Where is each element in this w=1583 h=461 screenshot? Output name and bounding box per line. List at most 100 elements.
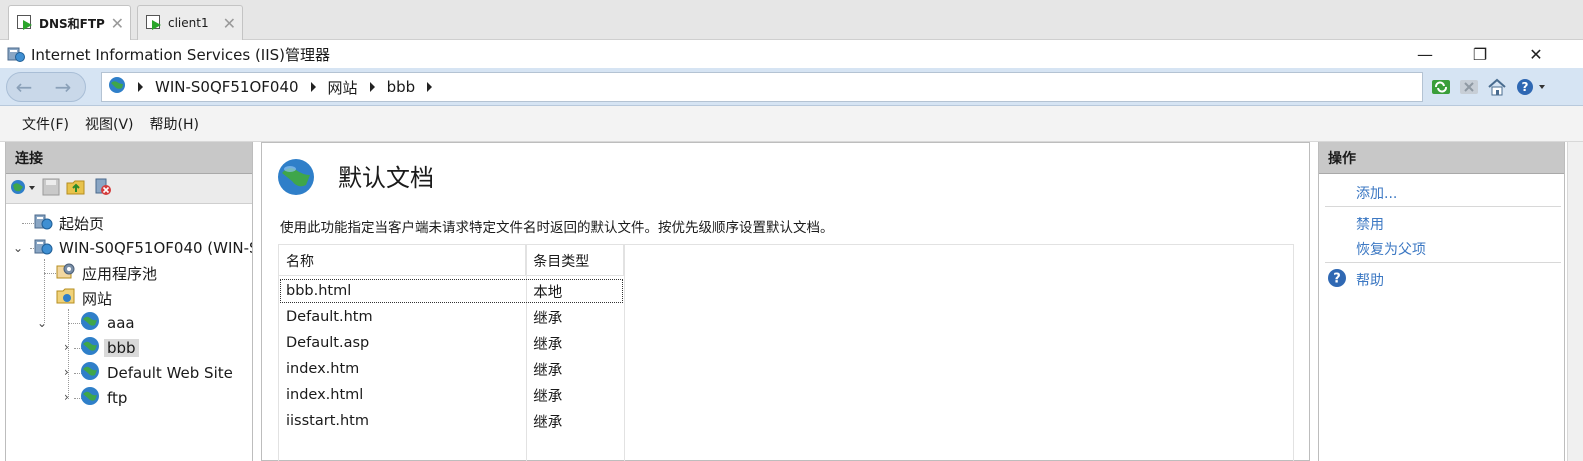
vm-tab-strip: DNS和FTP ✕ client1 ✕	[0, 0, 1583, 40]
vm-tab-client1[interactable]: client1 ✕	[137, 5, 243, 40]
sites-folder-icon	[55, 286, 77, 310]
menu-help[interactable]: 帮助(H)	[150, 114, 199, 134]
breadcrumb-separator	[369, 82, 375, 92]
default-documents-list: 名称 条目类型 bbb.html 本地 Default.htm 继承 Defau…	[278, 244, 1294, 461]
globe-icon	[80, 361, 100, 385]
tree-item-site[interactable]: ftp	[80, 386, 127, 410]
tree-item-label: ftp	[107, 389, 128, 407]
feature-pane: 默认文档 使用此功能指定当客户端未请求特定文件名时返回的默认文件。按优先级顺序设…	[261, 142, 1310, 461]
chevron-down-icon[interactable]: ⌄	[37, 316, 47, 330]
tree-item-label: aaa	[107, 314, 135, 332]
chevron-right-icon[interactable]: ›	[64, 365, 74, 379]
app-pool-icon	[55, 261, 77, 285]
chevron-down-icon[interactable]: ⌄	[13, 241, 23, 255]
entry-type: 继承	[533, 362, 563, 379]
tree-item-label: 网站	[82, 289, 113, 308]
list-item[interactable]: index.html 继承	[279, 382, 624, 408]
vm-running-icon	[17, 15, 33, 31]
tree-item-label: bbb	[104, 339, 139, 357]
document-name: index.html	[286, 387, 364, 403]
vm-running-icon	[146, 15, 162, 31]
breadcrumb-separator	[310, 82, 316, 92]
breadcrumb-item[interactable]: bbb	[387, 78, 416, 96]
document-name: index.htm	[286, 361, 360, 377]
divider	[1325, 262, 1561, 263]
connections-pane: 连接 起始页 ⌄ WIN-S0QF51OF040 (WIN-S 应用程序池 ⌄ …	[5, 142, 253, 461]
tree-item-label: 应用程序池	[82, 264, 158, 283]
tree-item-sites[interactable]: 网站	[55, 286, 112, 310]
connect-dropdown-icon[interactable]	[10, 178, 36, 200]
stop-icon[interactable]	[1458, 76, 1480, 98]
tree-item-label: 起始页	[59, 214, 105, 233]
globe-icon	[80, 386, 100, 410]
up-folder-icon[interactable]	[66, 178, 86, 200]
page-title: 默认文档	[338, 164, 434, 192]
maximize-button[interactable]: ❐	[1455, 40, 1505, 68]
chevron-right-icon[interactable]: ›	[64, 390, 74, 404]
list-item[interactable]: index.htm 继承	[279, 356, 624, 382]
address-bar: ← → WIN-S0QF51OF040 网站 bbb ?	[0, 68, 1583, 106]
tree-item-label: Default Web Site	[107, 364, 233, 382]
document-name: Default.asp	[286, 335, 370, 351]
tree-item-site[interactable]: Default Web Site	[80, 361, 233, 385]
address-toolbar: ?	[1430, 74, 1548, 100]
forward-button[interactable]: →	[48, 76, 78, 98]
help-action-link[interactable]: 帮助	[1356, 270, 1384, 290]
document-name: bbb.html	[286, 283, 352, 299]
close-icon[interactable]: ✕	[111, 14, 124, 33]
entry-type: 本地	[533, 284, 563, 301]
globe-icon	[80, 311, 100, 335]
add-action-link[interactable]: 添加...	[1356, 183, 1397, 203]
help-icon: ?	[1327, 268, 1347, 292]
menu-file[interactable]: 文件(F)	[22, 114, 69, 134]
connections-title: 连接	[6, 142, 252, 174]
document-name: iisstart.htm	[286, 413, 369, 429]
back-button[interactable]: ←	[9, 76, 39, 98]
menu-view[interactable]: 视图(V)	[85, 114, 134, 134]
tree-item-server[interactable]: WIN-S0QF51OF040 (WIN-S	[32, 236, 253, 260]
revert-to-parent-link[interactable]: 恢复为父项	[1356, 239, 1426, 259]
tree-connector	[44, 259, 45, 323]
close-icon[interactable]: ✕	[223, 14, 236, 33]
column-header-name[interactable]: 名称	[279, 245, 527, 276]
chevron-right-icon[interactable]: ›	[64, 340, 74, 354]
document-name: Default.htm	[286, 309, 373, 325]
server-icon	[32, 236, 54, 260]
globe-icon	[276, 157, 316, 201]
tree-item-site[interactable]: aaa	[80, 311, 135, 335]
globe-icon	[80, 336, 100, 360]
entry-type: 继承	[533, 310, 563, 327]
column-divider	[624, 245, 625, 461]
list-item[interactable]: Default.asp 继承	[279, 330, 624, 356]
vm-tab-dns-ftp[interactable]: DNS和FTP ✕	[8, 5, 131, 40]
column-header-type[interactable]: 条目类型	[526, 245, 624, 276]
breadcrumb[interactable]: WIN-S0QF51OF040 网站 bbb	[101, 72, 1423, 102]
iis-app-icon	[7, 45, 25, 63]
divider	[1325, 206, 1561, 207]
connections-toolbar	[6, 174, 252, 204]
tree-item-label: WIN-S0QF51OF040 (WIN-S	[59, 239, 253, 257]
breadcrumb-item[interactable]: 网站	[328, 77, 358, 98]
svg-text:?: ?	[1522, 80, 1529, 94]
tree-item-app-pools[interactable]: 应用程序池	[55, 261, 157, 285]
close-button[interactable]: ✕	[1511, 40, 1561, 68]
tree-item-start-page[interactable]: 起始页	[32, 211, 104, 235]
svg-text:?: ?	[1333, 272, 1341, 287]
minimize-button[interactable]: —	[1400, 40, 1450, 68]
window-title: Internet Information Services (IIS)管理器	[31, 45, 331, 64]
list-header: 名称 条目类型	[279, 245, 624, 276]
save-icon[interactable]	[42, 178, 60, 200]
refresh-icon[interactable]	[1430, 76, 1452, 98]
help-dropdown-icon[interactable]: ?	[1514, 76, 1548, 98]
breadcrumb-separator	[427, 82, 433, 92]
home-icon[interactable]	[1486, 76, 1508, 98]
start-page-icon	[32, 211, 54, 235]
disable-action-link[interactable]: 禁用	[1356, 214, 1384, 234]
list-item[interactable]: Default.htm 继承	[279, 304, 624, 330]
tree-item-site-selected[interactable]: bbb	[80, 336, 139, 360]
scrollbar[interactable]	[1567, 142, 1583, 461]
disconnect-icon[interactable]	[92, 178, 114, 200]
list-item[interactable]: iisstart.htm 继承	[279, 408, 624, 434]
list-item[interactable]: bbb.html 本地	[279, 278, 624, 304]
breadcrumb-item[interactable]: WIN-S0QF51OF040	[155, 78, 299, 96]
